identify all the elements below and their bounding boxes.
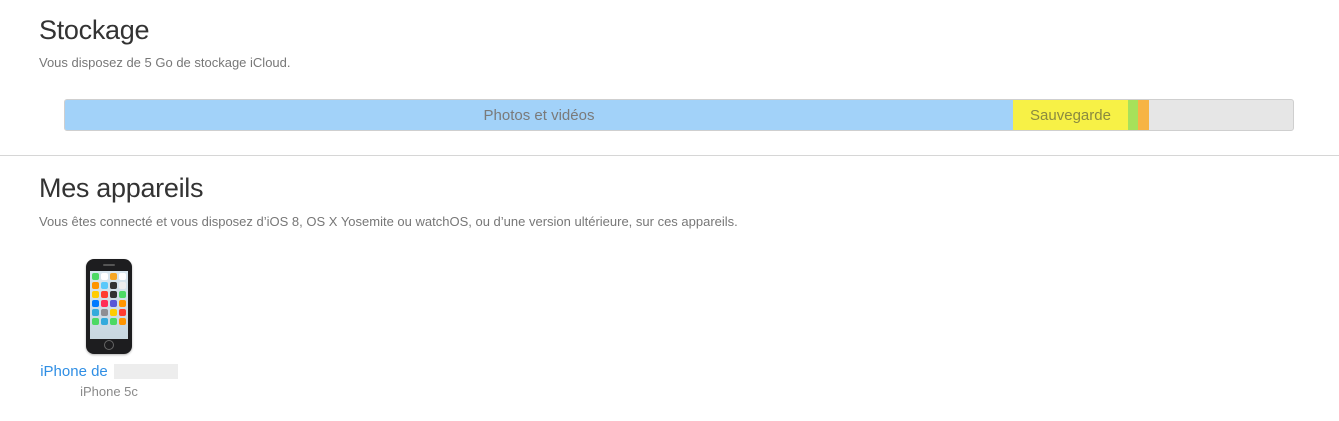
iphone-icon [86,259,132,354]
storage-segment-photos[interactable]: Photos et vidéos [65,100,1013,130]
device-model: iPhone 5c [80,384,138,399]
devices-subtitle: Vous êtes connecté et vous disposez d’iO… [39,214,738,229]
storage-segment-other-orange[interactable] [1138,100,1149,130]
device-name[interactable]: iPhone de [39,363,179,380]
storage-title: Stockage [39,15,150,45]
storage-segment-other-green[interactable] [1128,100,1138,130]
storage-usage-bar[interactable]: Photos et vidéos Sauvegarde [64,99,1294,131]
storage-segment-photos-label: Photos et vidéos [483,106,595,124]
storage-subtitle: Vous disposez de 5 Go de stockage iCloud… [39,55,291,70]
storage-section: Stockage Vous disposez de 5 Go de stocka… [0,0,1339,155]
devices-section: Mes appareils Vous êtes connecté et vous… [0,156,1339,421]
redacted-name [113,364,178,379]
device-name-label: iPhone de [40,363,108,380]
storage-segment-backup-label: Sauvegarde [1030,106,1111,124]
device-item-iphone[interactable]: iPhone de iPhone 5c [39,256,179,399]
devices-title: Mes appareils [39,173,204,203]
storage-segment-backup[interactable]: Sauvegarde [1013,100,1128,130]
